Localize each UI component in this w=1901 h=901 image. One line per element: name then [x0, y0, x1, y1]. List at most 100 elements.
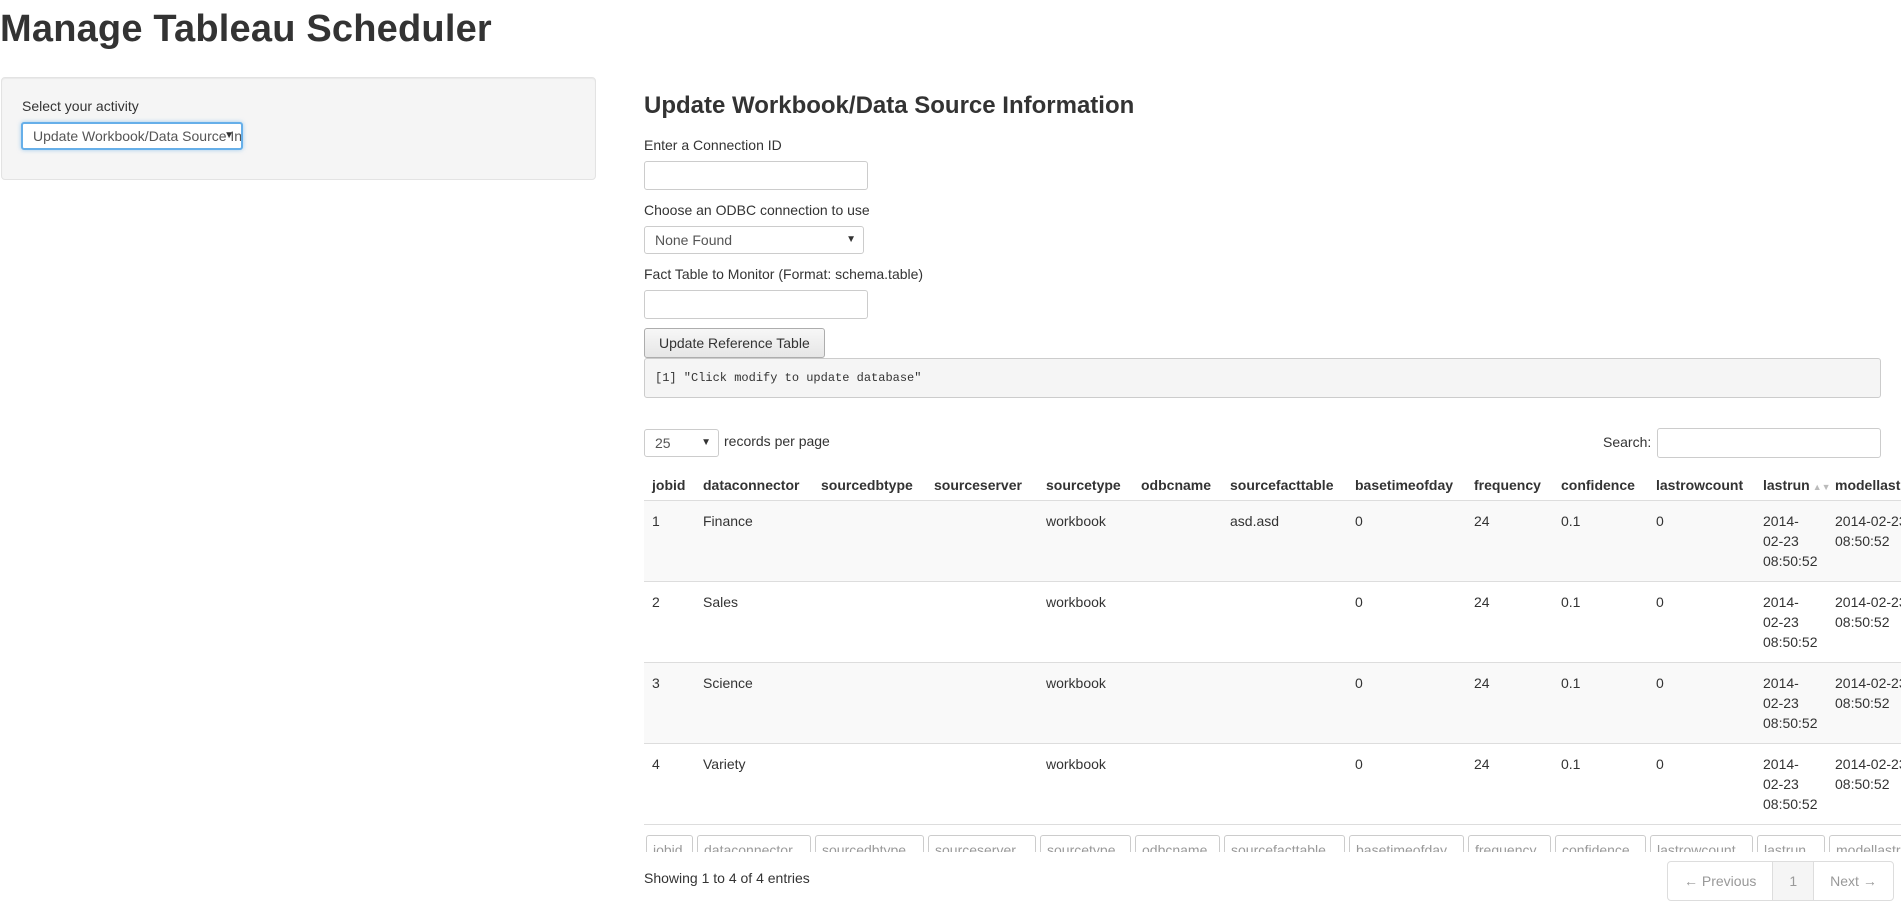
- table-cell-frequency: 24: [1466, 499, 1553, 581]
- table-row[interactable]: 4 Variety workbook 0 24 0.1 0 2014-02-23 08:50:…: [644, 742, 1901, 824]
- table-cell-frequency: 24: [1466, 580, 1553, 662]
- table-row[interactable]: 1 Finance workbook asd.asd 0 24 0.1 0 2014-02-23…: [644, 499, 1901, 581]
- table-cell-modellastrun: 2014-02-23 08:50:52: [1827, 661, 1901, 743]
- table-cell-sourcefacttable: [1222, 742, 1347, 824]
- table-cell-sourceserver: [926, 499, 1038, 581]
- previous-page-button[interactable]: ← Previous: [1668, 862, 1772, 900]
- table-cell-sourcedbtype: [813, 661, 926, 743]
- filter-cell: modellastrun: [1827, 823, 1901, 852]
- table-cell-confidence: 0.1: [1553, 661, 1648, 743]
- table-cell-jobid: 2: [644, 580, 695, 662]
- records-per-page-label: records per page: [724, 433, 830, 449]
- activity-select-value: Update Workbook/Data Source Information: [33, 128, 243, 144]
- filter-input-odbcname[interactable]: odbcname: [1135, 834, 1220, 852]
- filter-input-lastrun[interactable]: lastrun: [1757, 834, 1825, 852]
- odbc-select[interactable]: None Found ▼: [644, 226, 864, 254]
- table-cell-lastrun: 2014-02-23 08:50:52: [1755, 499, 1827, 581]
- filter-input-modellastrun[interactable]: modellastrun: [1829, 834, 1901, 852]
- filter-cell: odbcname: [1133, 823, 1222, 852]
- records-per-page-value: 25: [655, 435, 671, 451]
- table-cell-lastrun: 2014-02-23 08:50:52: [1755, 580, 1827, 662]
- column-header-lastrun[interactable]: lastrun ▲▼: [1755, 466, 1831, 501]
- table-info: Showing 1 to 4 of 4 entries: [644, 870, 810, 886]
- search-label: Search:: [1603, 434, 1652, 450]
- next-page-button[interactable]: Next →: [1813, 862, 1893, 900]
- odbc-label: Choose an ODBC connection to use: [644, 202, 870, 218]
- filter-input-dataconnector[interactable]: dataconnector: [697, 834, 811, 852]
- update-reference-table-button[interactable]: Update Reference Table: [644, 328, 825, 358]
- column-header-lastrowcount[interactable]: lastrowcount: [1648, 466, 1755, 501]
- page-1-button[interactable]: 1: [1772, 862, 1814, 900]
- table-cell-lastrowcount: 0: [1648, 661, 1755, 743]
- table-cell-sourcetype: workbook: [1038, 742, 1133, 824]
- table-cell-odbcname: [1133, 661, 1222, 743]
- table-row[interactable]: 2 Sales workbook 0 24 0.1 0 2014-02-23 08:50:52…: [644, 580, 1901, 662]
- table-cell-dataconnector: Finance: [695, 499, 813, 581]
- table-cell-confidence: 0.1: [1553, 742, 1648, 824]
- column-header-sourcefacttable[interactable]: sourcefacttable: [1222, 466, 1347, 501]
- activity-select[interactable]: Update Workbook/Data Source Information …: [21, 122, 243, 150]
- filter-input-sourcefacttable[interactable]: sourcefacttable: [1224, 834, 1345, 852]
- table-cell-sourcefacttable: [1222, 661, 1347, 743]
- table-cell-sourceserver: [926, 580, 1038, 662]
- table-cell-basetimeofday: 0: [1347, 580, 1466, 662]
- column-header-confidence[interactable]: confidence: [1553, 466, 1648, 501]
- filter-input-frequency[interactable]: frequency: [1468, 834, 1551, 852]
- table-cell-sourcedbtype: [813, 580, 926, 662]
- data-table-container: jobid dataconnector sourcedbtype sources…: [644, 466, 1901, 852]
- console-output: [1] "Click modify to update database": [644, 358, 1881, 398]
- table-cell-frequency: 24: [1466, 661, 1553, 743]
- column-header-jobid[interactable]: jobid: [644, 466, 695, 501]
- filter-cell: basetimeofday: [1347, 823, 1466, 852]
- table-cell-sourcetype: workbook: [1038, 661, 1133, 743]
- column-header-modellastrun[interactable]: modellast: [1827, 466, 1901, 501]
- table-cell-lastrun: 2014-02-23 08:50:52: [1755, 742, 1827, 824]
- table-cell-dataconnector: Sales: [695, 580, 813, 662]
- connection-id-label: Enter a Connection ID: [644, 137, 782, 153]
- filter-cell: frequency: [1466, 823, 1553, 852]
- fact-table-input[interactable]: [644, 290, 868, 319]
- table-cell-lastrun: 2014-02-23 08:50:52: [1755, 661, 1827, 743]
- section-title: Update Workbook/Data Source Information: [644, 92, 1135, 119]
- column-header-dataconnector[interactable]: dataconnector: [695, 466, 813, 501]
- column-header-odbcname[interactable]: odbcname: [1133, 466, 1222, 501]
- records-per-page-select[interactable]: 25 ▼: [644, 429, 719, 457]
- filter-cell: sourceserver: [926, 823, 1038, 852]
- page-title: Manage Tableau Scheduler: [0, 8, 492, 50]
- column-header-frequency[interactable]: frequency: [1466, 466, 1553, 501]
- table-cell-sourcedbtype: [813, 499, 926, 581]
- column-header-sourceserver[interactable]: sourceserver: [926, 466, 1038, 501]
- filter-cell: confidence: [1553, 823, 1648, 852]
- table-cell-dataconnector: Science: [695, 661, 813, 743]
- caret-down-icon: ▼: [846, 234, 856, 245]
- column-header-basetimeofday[interactable]: basetimeofday: [1347, 466, 1466, 501]
- table-cell-sourcetype: workbook: [1038, 499, 1133, 581]
- table-cell-sourceserver: [926, 742, 1038, 824]
- column-header-sourcedbtype[interactable]: sourcedbtype: [813, 466, 926, 501]
- table-cell-modellastrun: 2014-02-23 08:50:52: [1827, 580, 1901, 662]
- filter-input-lastrowcount[interactable]: lastrowcount: [1650, 834, 1753, 852]
- filter-cell: jobid: [644, 823, 695, 852]
- column-header-sourcetype[interactable]: sourcetype: [1038, 466, 1133, 501]
- filter-input-confidence[interactable]: confidence: [1555, 834, 1646, 852]
- table-cell-basetimeofday: 0: [1347, 661, 1466, 743]
- filter-input-sourceserver[interactable]: sourceserver: [928, 834, 1036, 852]
- filter-input-basetimeofday[interactable]: basetimeofday: [1349, 834, 1464, 852]
- table-row[interactable]: 3 Science workbook 0 24 0.1 0 2014-02-23 08:50:…: [644, 661, 1901, 743]
- filter-cell: lastrowcount: [1648, 823, 1755, 852]
- table-cell-frequency: 24: [1466, 742, 1553, 824]
- filter-input-sourcedbtype[interactable]: sourcedbtype: [815, 834, 924, 852]
- table-cell-sourcefacttable: [1222, 580, 1347, 662]
- table-cell-odbcname: [1133, 580, 1222, 662]
- table-cell-dataconnector: Variety: [695, 742, 813, 824]
- filter-input-jobid[interactable]: jobid: [646, 834, 693, 852]
- filter-input-sourcetype[interactable]: sourcetype: [1040, 834, 1131, 852]
- table-cell-modellastrun: 2014-02-23 08:50:52: [1827, 499, 1901, 581]
- search-input[interactable]: [1657, 428, 1881, 458]
- table-cell-odbcname: [1133, 742, 1222, 824]
- table-cell-confidence: 0.1: [1553, 580, 1648, 662]
- activity-label: Select your activity: [22, 98, 139, 114]
- pagination: ← Previous 1 Next →: [1667, 861, 1894, 901]
- table-cell-sourcedbtype: [813, 742, 926, 824]
- connection-id-input[interactable]: [644, 161, 868, 190]
